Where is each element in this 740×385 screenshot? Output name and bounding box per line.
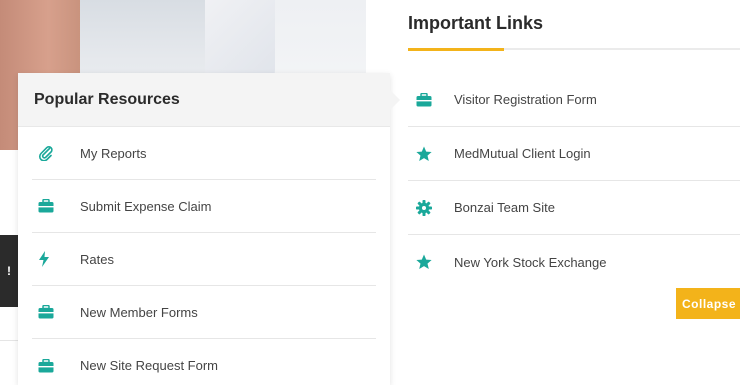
gear-icon xyxy=(408,199,454,216)
star-icon xyxy=(408,146,454,162)
resource-label: Rates xyxy=(80,251,114,267)
link-item-new-york-stock-exchange[interactable]: New York Stock Exchange xyxy=(408,235,740,289)
resource-label: Submit Expense Claim xyxy=(80,198,212,214)
resource-item-new-site-request-form[interactable]: New Site Request Form xyxy=(32,339,376,385)
collapse-button[interactable]: Collapse xyxy=(676,288,740,319)
resource-item-my-reports[interactable]: My Reports xyxy=(32,127,376,180)
link-label: Visitor Registration Form xyxy=(454,92,597,107)
resource-item-rates[interactable]: Rates xyxy=(32,233,376,286)
link-label: MedMutual Client Login xyxy=(454,146,591,161)
popular-resources-card: Popular Resources My Reports Submit Expe… xyxy=(18,73,400,385)
title-underline-accent xyxy=(408,48,504,51)
resource-label: My Reports xyxy=(80,145,147,161)
briefcase-icon xyxy=(32,358,80,373)
important-links-list: Visitor Registration Form MedMutual Clie… xyxy=(408,73,740,289)
star-icon xyxy=(408,254,454,270)
briefcase-icon xyxy=(32,199,80,213)
link-item-medmutual-client-login[interactable]: MedMutual Client Login xyxy=(408,127,740,181)
link-item-bonzai-team-site[interactable]: Bonzai Team Site xyxy=(408,181,740,235)
popular-resources-title: Popular Resources xyxy=(34,90,180,108)
link-label: Bonzai Team Site xyxy=(454,200,555,215)
resource-label: New Member Forms xyxy=(80,304,198,320)
important-links-title: Important Links xyxy=(408,13,544,33)
important-links-section: Important Links Visitor Registration For… xyxy=(408,0,740,385)
link-item-visitor-registration-form[interactable]: Visitor Registration Form xyxy=(408,73,740,127)
briefcase-icon xyxy=(32,305,80,319)
lightning-icon xyxy=(32,251,80,267)
paperclip-icon xyxy=(32,145,80,161)
popular-resources-header: Popular Resources xyxy=(18,73,400,127)
briefcase-icon xyxy=(408,92,454,107)
side-tab[interactable]: ! xyxy=(0,235,18,307)
link-label: New York Stock Exchange xyxy=(454,254,607,270)
resource-label: New Site Request Form xyxy=(80,358,218,373)
resource-item-submit-expense-claim[interactable]: Submit Expense Claim xyxy=(32,180,376,233)
resource-item-new-member-forms[interactable]: New Member Forms xyxy=(32,286,376,339)
popular-resources-list: My Reports Submit Expense Claim Rates Ne… xyxy=(18,127,390,385)
